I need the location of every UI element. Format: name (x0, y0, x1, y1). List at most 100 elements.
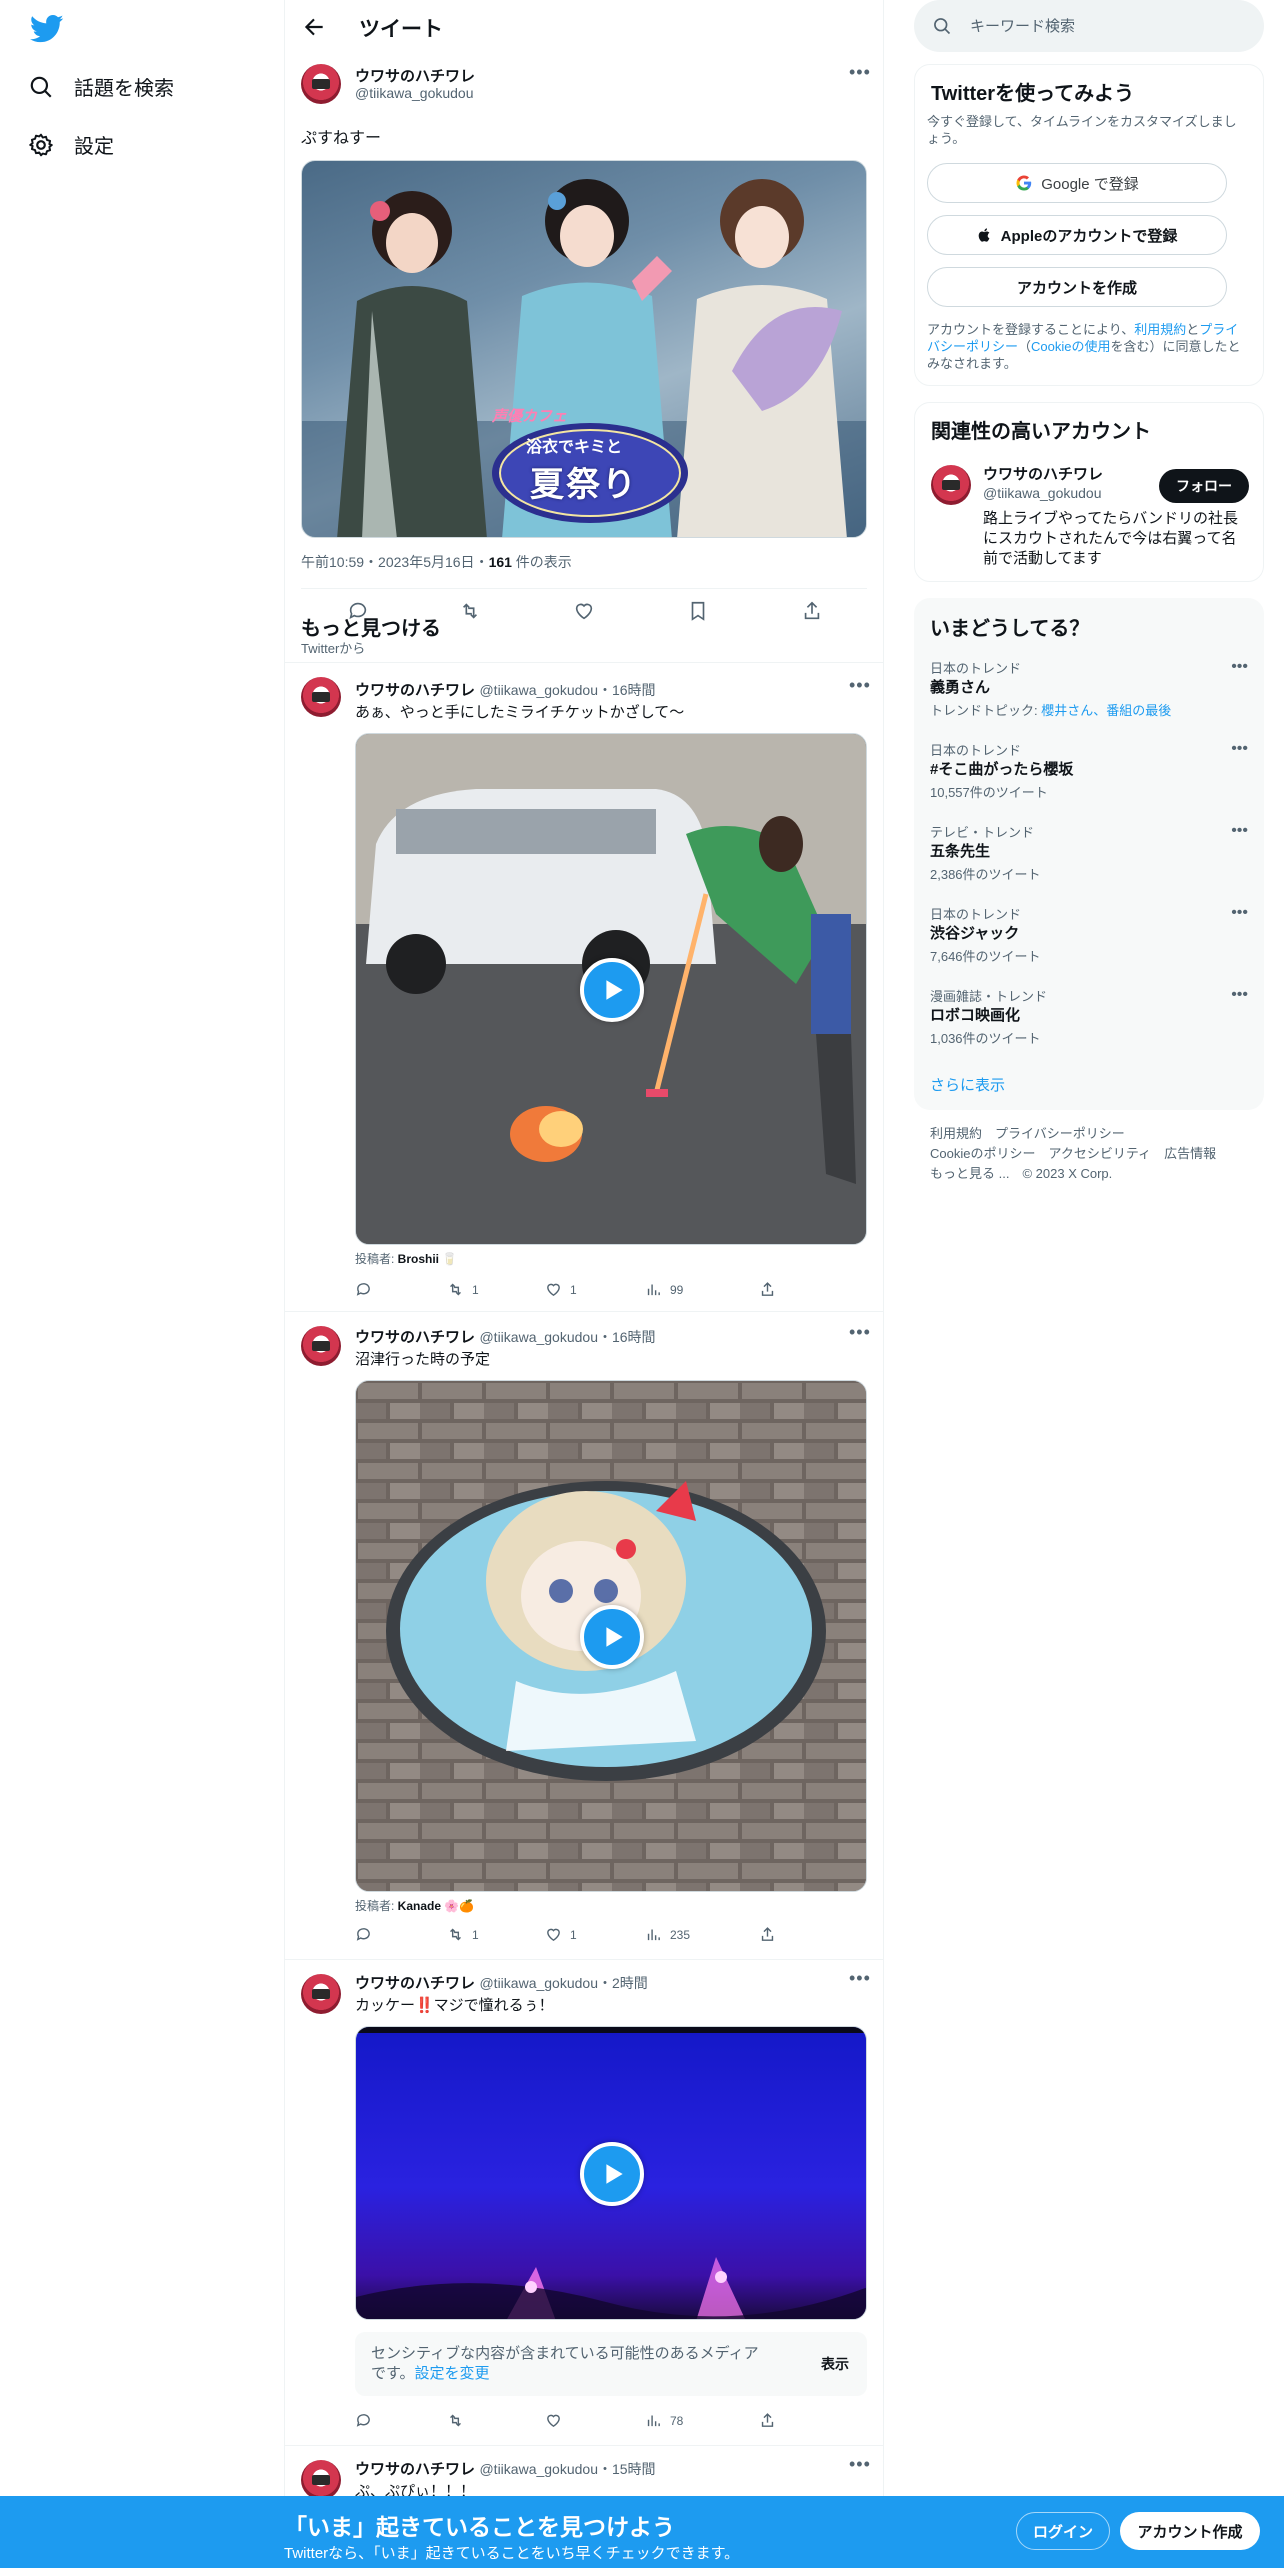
tweet-card[interactable]: ウワサのハチワレ @tiikawa_gokudou・2時間 ••• カッケー‼️… (285, 1960, 883, 2446)
author-name[interactable]: ウワサのハチワレ (355, 1975, 475, 1992)
nav-explore[interactable]: 話題を検索 (28, 72, 174, 101)
footer-ads-link[interactable]: 広告情報 (1164, 1146, 1216, 1161)
nav-settings[interactable]: 設定 (28, 130, 114, 159)
tweet-video[interactable] (355, 1380, 867, 1892)
more-options-icon[interactable]: ••• (849, 1322, 871, 1343)
reply-button[interactable] (355, 1926, 380, 1943)
tweet-video[interactable] (355, 733, 867, 1245)
tweet-card[interactable]: ウワサのハチワレ @tiikawa_gokudou・16時間 ••• 沼津行った… (285, 1312, 883, 1960)
avatar[interactable] (301, 1326, 341, 1366)
signup-button[interactable]: アカウント作成 (1120, 2512, 1260, 2550)
views-button[interactable]: 78 (645, 2412, 683, 2429)
author-name[interactable]: ウワサのハチワレ (355, 2461, 475, 2478)
twitter-logo-icon[interactable] (30, 14, 64, 44)
tweet-image[interactable]: 声優カフェ 浴衣でキミと 夏祭り (301, 160, 867, 538)
avatar[interactable] (301, 677, 341, 717)
signup-card-title: Twitterを使ってみよう (931, 83, 1135, 105)
author-handle[interactable]: @tiikawa_gokudou (355, 85, 474, 101)
tweet-time[interactable]: 15時間 (612, 2461, 656, 2477)
search-input[interactable] (970, 12, 1250, 40)
footer-terms-link[interactable]: 利用規約 (930, 1126, 982, 1141)
share-button[interactable] (759, 2412, 776, 2429)
views-button[interactable]: 235 (645, 1926, 690, 1943)
search-icon (30, 76, 52, 98)
related-account-handle[interactable]: @tiikawa_gokudou (983, 485, 1102, 501)
avatar[interactable] (301, 2460, 341, 2500)
share-button[interactable] (759, 1281, 776, 1298)
trend-topic-link[interactable]: 櫻井さん、番組の最後 (1041, 703, 1171, 718)
author-name[interactable]: ウワサのハチワレ (355, 1329, 475, 1346)
retweet-button[interactable]: 1 (447, 1281, 479, 1298)
like-button[interactable]: 1 (545, 1926, 577, 1943)
show-media-button[interactable]: 表示 (821, 2354, 849, 2374)
terms-link[interactable]: 利用規約 (1134, 322, 1186, 337)
trend-more-icon[interactable]: ••• (1231, 904, 1248, 922)
tweet-time[interactable]: 16時間 (612, 1329, 656, 1345)
change-settings-link[interactable]: 設定を変更 (415, 2365, 490, 2382)
reply-button[interactable] (355, 1281, 380, 1298)
reply-button[interactable] (355, 2412, 372, 2429)
login-button[interactable]: ログイン (1016, 2512, 1110, 2550)
attribution-name[interactable]: Kanade 🌸🍊 (398, 1899, 475, 1913)
retweet-icon (450, 1928, 461, 1941)
back-arrow-icon[interactable] (301, 14, 327, 40)
tweet-time[interactable]: 2時間 (612, 1975, 648, 1991)
more-options-icon[interactable]: ••• (849, 2454, 871, 2475)
author-handle[interactable]: @tiikawa_gokudou (479, 682, 598, 698)
trend-more-icon[interactable]: ••• (1231, 658, 1248, 676)
trend-more-icon[interactable]: ••• (1231, 986, 1248, 1004)
create-account-button[interactable]: アカウントを作成 (927, 267, 1227, 307)
related-account-name[interactable]: ウワサのハチワレ (983, 463, 1103, 484)
share-button[interactable] (759, 1926, 776, 1943)
trend-item[interactable]: 漫画雑誌・トレンド ロボコ映画化 1,036件のツイート ••• (914, 986, 1264, 1068)
like-button[interactable] (545, 2412, 562, 2429)
show-more-link[interactable]: さらに表示 (930, 1074, 1005, 1095)
tweet-video-sensitive[interactable] (355, 2026, 867, 2320)
footer-accessibility-link[interactable]: アクセシビリティ (1048, 1146, 1151, 1161)
more-options-icon[interactable]: ••• (849, 1968, 871, 1989)
google-signup-button[interactable]: Google で登録 (927, 163, 1227, 203)
footer-cookie-link[interactable]: Cookieのポリシー (930, 1146, 1035, 1161)
avatar[interactable] (301, 1974, 341, 2014)
tweet-time[interactable]: 16時間 (612, 682, 656, 698)
tweet-card[interactable]: ウワサのハチワレ @tiikawa_gokudou・16時間 ••• あぁ、やっ… (285, 662, 883, 1312)
trend-item[interactable]: 日本のトレンド 義勇さん トレンドトピック: 櫻井さん、番組の最後 ••• (914, 658, 1264, 740)
share-icon[interactable] (801, 600, 823, 622)
author-name[interactable]: ウワサのハチワレ (355, 682, 475, 699)
retweet-button[interactable]: 1 (447, 1926, 479, 1943)
trend-more-icon[interactable]: ••• (1231, 740, 1248, 758)
author-handle[interactable]: @tiikawa_gokudou (479, 1975, 598, 1991)
more-options-icon[interactable]: ••• (849, 675, 871, 696)
apple-signup-button[interactable]: Appleのアカウントで登録 (927, 215, 1227, 255)
bookmark-icon[interactable] (687, 600, 709, 622)
views-chart-icon (647, 1929, 660, 1941)
play-button[interactable] (580, 1605, 644, 1669)
trends-card: いまどうしてる？ 日本のトレンド 義勇さん トレンドトピック: 櫻井さん、番組の… (914, 598, 1264, 1110)
cookie-link[interactable]: Cookieの使用 (1031, 339, 1110, 354)
avatar[interactable] (301, 64, 341, 104)
play-button[interactable] (580, 2142, 644, 2206)
author-handle[interactable]: @tiikawa_gokudou (479, 2461, 598, 2477)
play-button[interactable] (580, 958, 644, 1022)
author-name[interactable]: ウワサのハチワレ (355, 65, 475, 86)
retweet-button[interactable] (447, 2412, 464, 2429)
retweet-icon[interactable] (459, 600, 481, 622)
follow-button[interactable]: フォロー (1159, 469, 1249, 503)
more-options-icon[interactable]: ••• (849, 62, 871, 83)
views-button[interactable]: 99 (645, 1281, 683, 1298)
attribution-name[interactable]: Broshii 🥛 (398, 1252, 458, 1266)
tweet-date[interactable]: 2023年5月16日 (378, 554, 475, 570)
like-button[interactable]: 1 (545, 1281, 577, 1298)
footer-more-link[interactable]: もっと見る ... (930, 1166, 1009, 1181)
trend-item[interactable]: 日本のトレンド 渋谷ジャック 7,646件のツイート ••• (914, 904, 1264, 986)
search-bar[interactable] (914, 0, 1264, 52)
like-icon[interactable] (573, 600, 595, 622)
trend-more-icon[interactable]: ••• (1231, 822, 1248, 840)
trend-item[interactable]: 日本のトレンド #そこ曲がったら櫻坂 10,557件のツイート ••• (914, 740, 1264, 822)
legal-text: アカウントを登録することにより、利用規約とプライバシーポリシー（Cookieの使… (927, 322, 1241, 371)
avatar[interactable] (931, 465, 971, 505)
tweet-time[interactable]: 午前10:59 (301, 554, 364, 570)
trend-item[interactable]: テレビ・トレンド 五条先生 2,386件のツイート ••• (914, 822, 1264, 904)
author-handle[interactable]: @tiikawa_gokudou (479, 1329, 598, 1345)
footer-privacy-link[interactable]: プライバシーポリシー (995, 1126, 1125, 1141)
